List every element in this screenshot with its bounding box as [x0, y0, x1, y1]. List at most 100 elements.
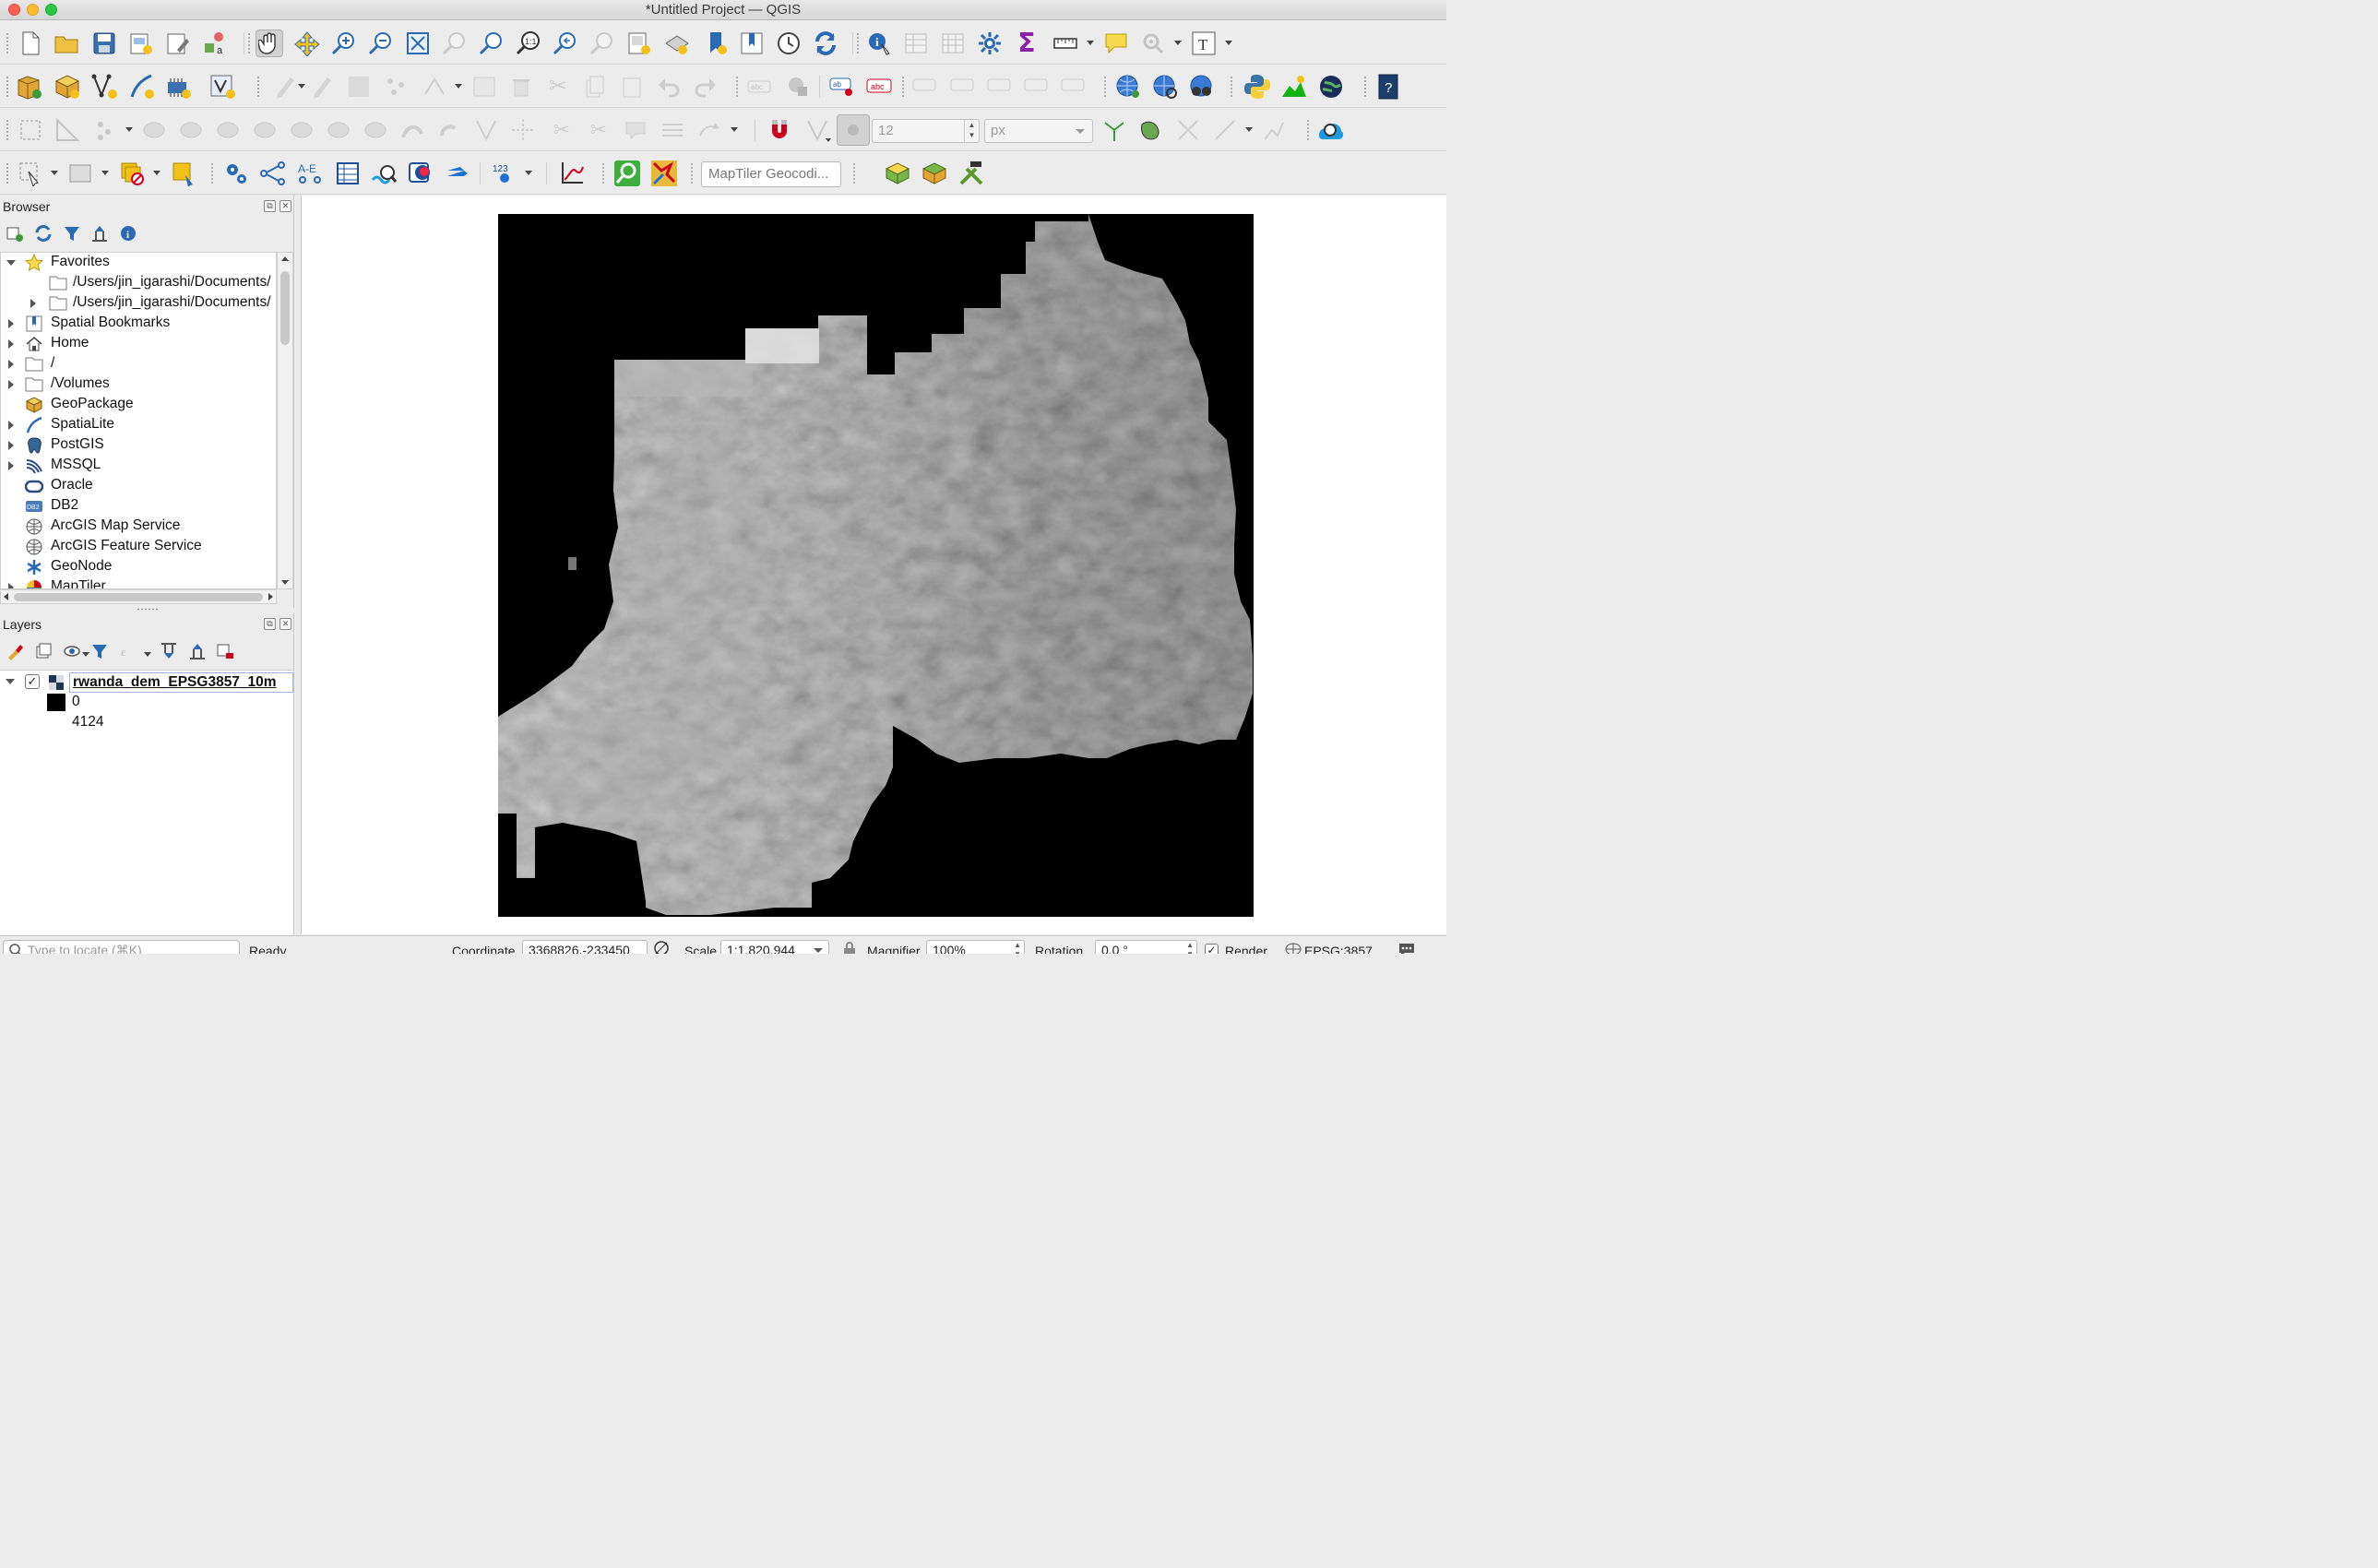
- label-properties-icon[interactable]: [1059, 73, 1087, 101]
- snapping-layers-icon[interactable]: [837, 114, 870, 146]
- save-layer-edits-icon[interactable]: [345, 73, 373, 101]
- expand-arrow-icon[interactable]: [8, 319, 14, 328]
- pin-labels-icon[interactable]: ab: [828, 73, 856, 101]
- new-bookmark-icon[interactable]: [703, 30, 731, 57]
- toolbar-grip[interactable]: [6, 76, 9, 98]
- browser-item[interactable]: SpatiaLite: [1, 415, 276, 435]
- toolbar-grip[interactable]: [690, 162, 694, 184]
- map-tips-icon[interactable]: [1102, 30, 1130, 57]
- layer-tree[interactable]: ✓ rwanda_dem_EPSG3857_10m 0 4124: [0, 670, 293, 935]
- zoom-to-layer-icon[interactable]: [478, 30, 505, 57]
- collapse-all-layers-icon[interactable]: [187, 642, 208, 662]
- layer-visibility-checkbox[interactable]: ✓: [25, 674, 40, 689]
- merge-features-icon[interactable]: ✂: [585, 116, 612, 144]
- expand-arrow-icon[interactable]: [8, 441, 14, 450]
- delete-selected-icon[interactable]: [507, 73, 535, 101]
- render-checkbox[interactable]: ✓: [1205, 944, 1219, 954]
- zoom-last-icon[interactable]: [552, 30, 579, 57]
- redo-icon[interactable]: [692, 73, 719, 101]
- plugin-a-icon[interactable]: [884, 160, 911, 187]
- map-canvas[interactable]: [301, 196, 1446, 934]
- simplify-feature-icon[interactable]: [398, 116, 426, 144]
- snapping-magnet-icon[interactable]: [766, 116, 793, 144]
- scrollbar-thumb[interactable]: [280, 271, 290, 345]
- toolbar-grip[interactable]: [856, 32, 860, 54]
- toolbar-grip[interactable]: [852, 162, 856, 184]
- undo-icon[interactable]: [655, 73, 683, 101]
- toolbar-grip[interactable]: [210, 162, 214, 184]
- crs-label[interactable]: EPSG:3857: [1304, 944, 1373, 954]
- temporal-controller-icon[interactable]: [775, 30, 803, 57]
- browser-item[interactable]: ArcGIS Map Service: [1, 517, 276, 537]
- add-part-icon[interactable]: [214, 116, 242, 144]
- vertex-tool-icon[interactable]: [421, 73, 448, 101]
- fill-ring-icon[interactable]: [177, 116, 205, 144]
- add-wcs-layer-icon[interactable]: [1151, 73, 1179, 101]
- history-viewer-icon[interactable]: [371, 160, 398, 187]
- add-wms-layer-icon[interactable]: [1114, 73, 1142, 101]
- browser-item[interactable]: MSSQL: [1, 456, 276, 476]
- browser-item[interactable]: Favorites: [1, 253, 276, 273]
- new-project-icon[interactable]: [17, 30, 44, 57]
- locator-search-input[interactable]: Type to locate (⌘K): [3, 940, 240, 954]
- select-by-rectangle-icon[interactable]: [17, 116, 44, 144]
- zoom-full-icon[interactable]: [404, 30, 432, 57]
- toggle-extents-icon[interactable]: [653, 940, 670, 954]
- split-parts-icon[interactable]: ✂: [548, 116, 576, 144]
- browser-item[interactable]: Oracle: [1, 476, 276, 496]
- python-console-icon[interactable]: [1243, 73, 1271, 101]
- coordinate-field[interactable]: 3368826,-233450: [522, 940, 648, 954]
- scrollbar-thumb[interactable]: [14, 593, 263, 601]
- tolerance-stepper[interactable]: ▲ ▼: [964, 120, 979, 142]
- filter-browser-icon[interactable]: [62, 224, 82, 244]
- toolbar-grip[interactable]: [6, 119, 9, 141]
- filter-legend-icon[interactable]: [89, 642, 110, 662]
- identify-icon[interactable]: i: [865, 30, 893, 57]
- rotate-feature-icon[interactable]: [435, 116, 463, 144]
- reshape-features-icon[interactable]: [325, 116, 352, 144]
- select-by-value-icon[interactable]: [66, 160, 94, 187]
- text-annotation-icon[interactable]: T: [1190, 30, 1218, 57]
- change-label-icon[interactable]: [1022, 73, 1050, 101]
- magnifier-field[interactable]: 100% ▲▼: [926, 940, 1025, 954]
- browser-item[interactable]: GeoNode: [1, 557, 276, 577]
- browser-item[interactable]: Home: [1, 334, 276, 354]
- rotation-field[interactable]: 0.0 ° ▲▼: [1095, 940, 1197, 954]
- expand-arrow-icon[interactable]: [30, 299, 36, 308]
- zoom-native-icon[interactable]: 1:1: [515, 30, 542, 57]
- globe-icon[interactable]: [1317, 73, 1345, 101]
- browser-item[interactable]: /Users/jin_igarashi/Documents/: [1, 273, 276, 293]
- digitize-point-icon[interactable]: [92, 116, 120, 144]
- tracing-icon[interactable]: [1211, 116, 1239, 144]
- measure-icon[interactable]: [1052, 30, 1079, 57]
- snapping-tolerance-input[interactable]: 12 ▲ ▼: [872, 119, 980, 143]
- add-point-feature-icon[interactable]: [382, 73, 410, 101]
- plugin-b-icon[interactable]: [921, 160, 948, 187]
- layout-manager-icon[interactable]: [164, 30, 192, 57]
- lock-scale-icon[interactable]: [843, 942, 856, 954]
- expand-all-icon[interactable]: [159, 642, 179, 662]
- layer-diagram-icon[interactable]: [784, 73, 812, 101]
- expand-arrow-icon[interactable]: [8, 380, 14, 389]
- qgis-cloud-icon[interactable]: [1316, 116, 1344, 144]
- qgis2web-icon[interactable]: [650, 160, 678, 187]
- batch-rename-icon[interactable]: A-E: [297, 160, 325, 187]
- measure-angle-icon[interactable]: [54, 116, 81, 144]
- browser-horizontal-scrollbar[interactable]: [0, 589, 277, 604]
- zoom-to-selection-icon[interactable]: [441, 30, 469, 57]
- save-project-icon[interactable]: [90, 30, 118, 57]
- float-panel-button[interactable]: ⧉: [264, 618, 276, 630]
- toolbar-grip[interactable]: [1103, 76, 1107, 98]
- refresh-icon[interactable]: [812, 30, 839, 57]
- rotation-stepper[interactable]: ▲▼: [1186, 941, 1194, 954]
- show-hide-labels-icon[interactable]: abc: [865, 73, 893, 101]
- collapse-all-icon[interactable]: [89, 224, 110, 244]
- merge-attributes-icon[interactable]: [622, 116, 649, 144]
- open-attribute-table-icon[interactable]: [902, 30, 930, 57]
- expand-layer-arrow[interactable]: [6, 679, 15, 684]
- filter-by-expression-icon[interactable]: ε: [118, 642, 138, 662]
- select-by-location-icon[interactable]: [170, 160, 197, 187]
- toggle-editing-icon[interactable]: [308, 73, 336, 101]
- expand-arrow-icon[interactable]: [8, 339, 14, 349]
- modify-attributes-icon[interactable]: [470, 73, 498, 101]
